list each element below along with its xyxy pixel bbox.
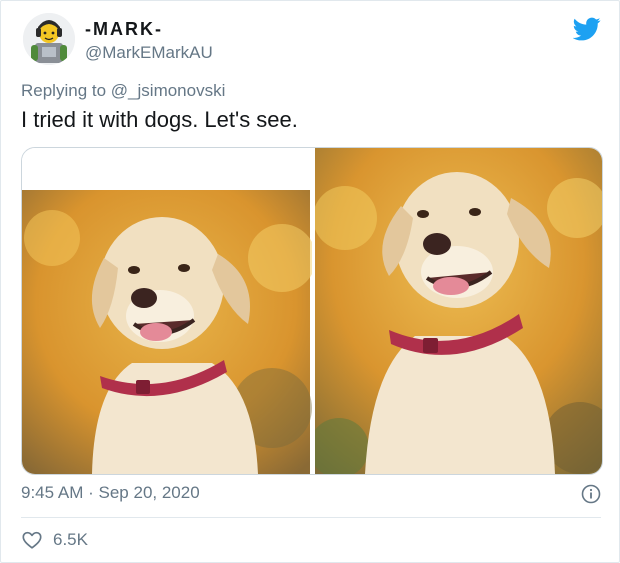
tweet-media[interactable]: [21, 147, 603, 475]
tweet-date: Sep 20, 2020: [98, 483, 200, 502]
like-count: 6.5K: [53, 530, 88, 549]
replying-to-label: Replying to: [21, 81, 107, 100]
timestamp-separator: ·: [88, 483, 94, 502]
info-icon[interactable]: [581, 484, 601, 504]
like-action[interactable]: 6.5K: [21, 529, 88, 551]
labrador-photo-full[interactable]: [315, 148, 602, 474]
display-name[interactable]: -MARK-: [85, 19, 163, 40]
twitter-bird-icon[interactable]: [573, 15, 601, 43]
replying-to: Replying to @_jsimonovski: [21, 81, 225, 101]
tweet-card: -MARK- @MarkEMarkAU Replying to @_jsimon…: [0, 0, 620, 563]
tweet-text: I tried it with dogs. Let's see.: [21, 107, 298, 132]
tweet-time: 9:45 AM: [21, 483, 84, 502]
reply-mention-link[interactable]: @_jsimonovski: [111, 81, 226, 100]
labrador-photo-cropped[interactable]: [22, 148, 312, 474]
user-handle[interactable]: @MarkEMarkAU: [85, 43, 213, 63]
heart-icon[interactable]: [21, 529, 43, 551]
tweet-timestamp[interactable]: 9:45 AM · Sep 20, 2020: [21, 483, 200, 503]
avatar[interactable]: [23, 13, 75, 65]
divider: [21, 517, 601, 518]
lego-minifigure-icon: [23, 13, 75, 65]
